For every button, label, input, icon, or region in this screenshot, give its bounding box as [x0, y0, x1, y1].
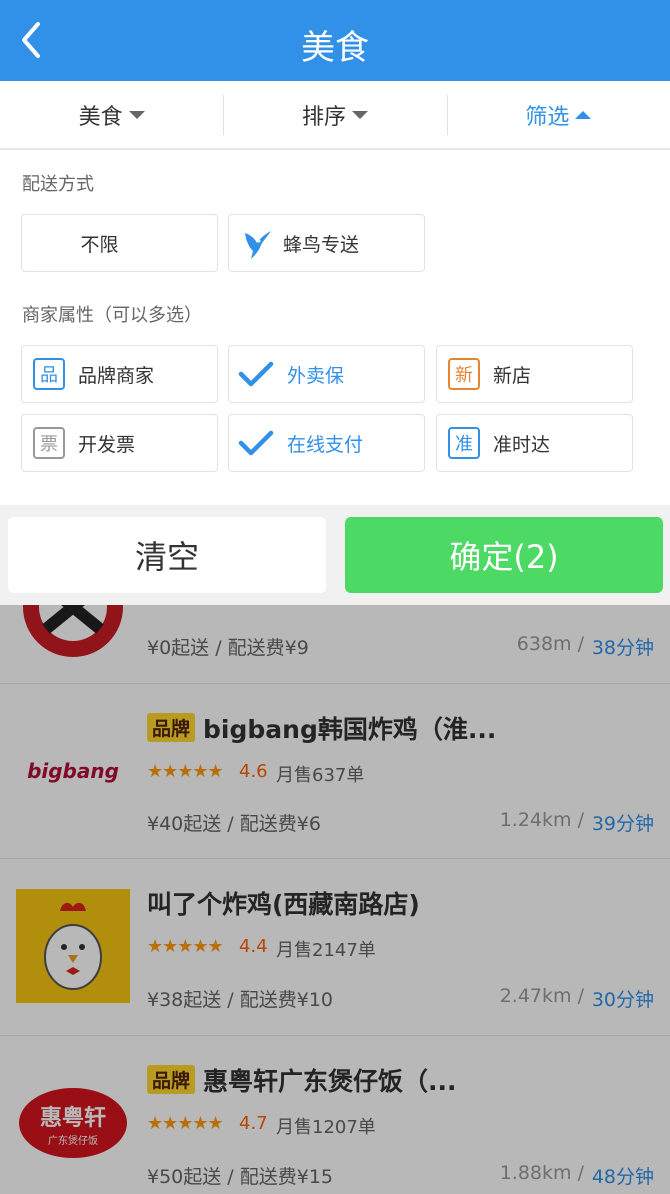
logo-text: 惠粤轩: [39, 1105, 106, 1131]
caret-down-icon: [352, 110, 368, 119]
caret-up-icon: [575, 110, 592, 119]
rating-value: 4.4: [239, 936, 268, 957]
invoice-badge-icon: 票: [33, 427, 65, 459]
tab-label: 排序: [301, 104, 346, 130]
new-badge-icon: 新: [448, 358, 480, 390]
attr-option-insurance[interactable]: 外卖保: [228, 345, 425, 403]
shop-time: 30分钟: [591, 989, 654, 1011]
shop-distance: 1.24km /: [500, 809, 584, 831]
attr-option-invoice[interactable]: 票 开发票: [21, 414, 218, 472]
shop-delivery: ¥38起送 / 配送费¥10: [147, 989, 334, 1011]
option-label: 不限: [80, 233, 119, 256]
monthly-sales: 月售2147单: [276, 940, 376, 961]
clear-button[interactable]: 清空: [8, 517, 326, 593]
shop-time: 48分钟: [591, 1166, 654, 1188]
shop-item[interactable]: 叫了个炸鸡(西藏南路店) ★★★★★ 4.4 月售2147单 ¥38起送 / 配…: [0, 859, 670, 1036]
option-label: 新店: [493, 364, 532, 387]
shop-name: 品牌 bigbang韩国炸鸡（淮...: [147, 710, 496, 746]
distance-value: 638m: [516, 633, 572, 655]
delivery-option-fengniao[interactable]: 蜂鸟专送: [228, 214, 425, 272]
shop-logo: [16, 889, 130, 1003]
star-rating: ★★★★★: [147, 761, 224, 782]
star-rating: ★★★★★: [147, 1113, 224, 1134]
shop-name-text: 惠粤轩广东煲仔饭（...: [203, 1067, 457, 1096]
distance-separator: /: [577, 1162, 584, 1184]
brand-badge: 品牌: [147, 713, 196, 742]
brand-badge: 品牌: [147, 1065, 196, 1094]
shop-list: ¥0起送 / 配送费¥9 638m / 38分钟 bigbang 品牌 bigba…: [0, 605, 670, 1194]
filter-panel: 配送方式 不限 蜂鸟专送 商家属性（可以多选） 品 品牌商家 外卖保 新 新店 …: [0, 150, 670, 505]
tab-filter[interactable]: 筛选: [446, 81, 670, 148]
attr-option-on-time[interactable]: 准 准时达: [436, 414, 633, 472]
distance-separator: /: [577, 809, 584, 831]
tab-sort[interactable]: 排序: [223, 81, 446, 148]
shop-item[interactable]: bigbang 品牌 bigbang韩国炸鸡（淮... ★★★★★ 4.6 月售6…: [0, 684, 670, 859]
attr-option-online-pay[interactable]: 在线支付: [228, 414, 425, 472]
shop-delivery: ¥50起送 / 配送费¥15: [147, 1166, 334, 1188]
option-label: 品牌商家: [78, 364, 155, 387]
checkmark-icon: [238, 430, 274, 456]
shop-distance: 2.47km /: [500, 985, 584, 1007]
distance-value: 1.24km: [499, 809, 572, 831]
shop-distance: 1.88km /: [500, 1162, 584, 1184]
option-label: 蜂鸟专送: [283, 233, 360, 256]
distance-separator: /: [577, 633, 584, 655]
on-time-badge-icon: 准: [448, 427, 480, 459]
hummingbird-icon: [245, 231, 271, 259]
monthly-sales: 月售637单: [276, 765, 365, 786]
page-title: 美食: [301, 28, 369, 68]
top-bar: 美食: [0, 0, 670, 81]
tab-label: 筛选: [525, 104, 570, 130]
delivery-option-any[interactable]: 不限: [21, 214, 218, 272]
shop-name: 品牌 惠粤轩广东煲仔饭（...: [147, 1062, 457, 1098]
rating-value: 4.6: [239, 761, 268, 782]
shop-name: 叫了个炸鸡(西藏南路店): [147, 890, 420, 919]
attr-option-brand[interactable]: 品 品牌商家: [21, 345, 218, 403]
shop-logo: [16, 605, 130, 669]
filter-actions: 清空 确定(2): [0, 505, 670, 605]
tab-category[interactable]: 美食: [0, 81, 223, 148]
shop-item[interactable]: ¥0起送 / 配送费¥9 638m / 38分钟: [0, 605, 670, 684]
tab-label: 美食: [78, 104, 123, 130]
shop-delivery: ¥0起送 / 配送费¥9: [147, 637, 309, 659]
option-label: 准时达: [493, 433, 551, 456]
option-label: 在线支付: [287, 433, 364, 456]
star-rating: ★★★★★: [147, 936, 224, 957]
shop-delivery: ¥40起送 / 配送费¥6: [147, 813, 321, 835]
shop-time: 39分钟: [591, 813, 654, 835]
shop-logo: bigbang: [16, 714, 130, 828]
logo-subtext: 广东煲仔饭: [48, 1135, 98, 1147]
monthly-sales: 月售1207单: [276, 1117, 376, 1138]
distance-value: 2.47km: [499, 985, 572, 1007]
logo-text: bigbang: [27, 759, 119, 783]
caret-down-icon: [128, 110, 145, 119]
distance-value: 1.88km: [499, 1162, 572, 1184]
shop-name-text: bigbang韩国炸鸡（淮...: [203, 715, 497, 744]
filter-tabs: 美食 排序 筛选: [0, 81, 670, 150]
shop-item[interactable]: 惠粤轩 广东煲仔饭 品牌 惠粤轩广东煲仔饭（... ★★★★★ 4.7 月售120…: [0, 1036, 670, 1194]
distance-separator: /: [577, 985, 584, 1007]
confirm-button[interactable]: 确定(2): [345, 517, 663, 593]
attr-section-title: 商家属性（可以多选）: [22, 305, 202, 326]
logo-emblem: 惠粤轩 广东煲仔饭: [19, 1088, 127, 1158]
brand-badge-icon: 品: [33, 358, 65, 390]
shop-time: 38分钟: [591, 637, 654, 659]
option-label: 开发票: [78, 433, 136, 456]
option-label: 外卖保: [287, 364, 345, 387]
rating-value: 4.7: [239, 1113, 268, 1134]
delivery-section-title: 配送方式: [22, 174, 94, 195]
attr-option-new[interactable]: 新 新店: [436, 345, 633, 403]
shop-logo: 惠粤轩 广东煲仔饭: [16, 1066, 130, 1180]
shop-distance: 638m /: [517, 633, 584, 655]
checkmark-icon: [238, 361, 274, 387]
